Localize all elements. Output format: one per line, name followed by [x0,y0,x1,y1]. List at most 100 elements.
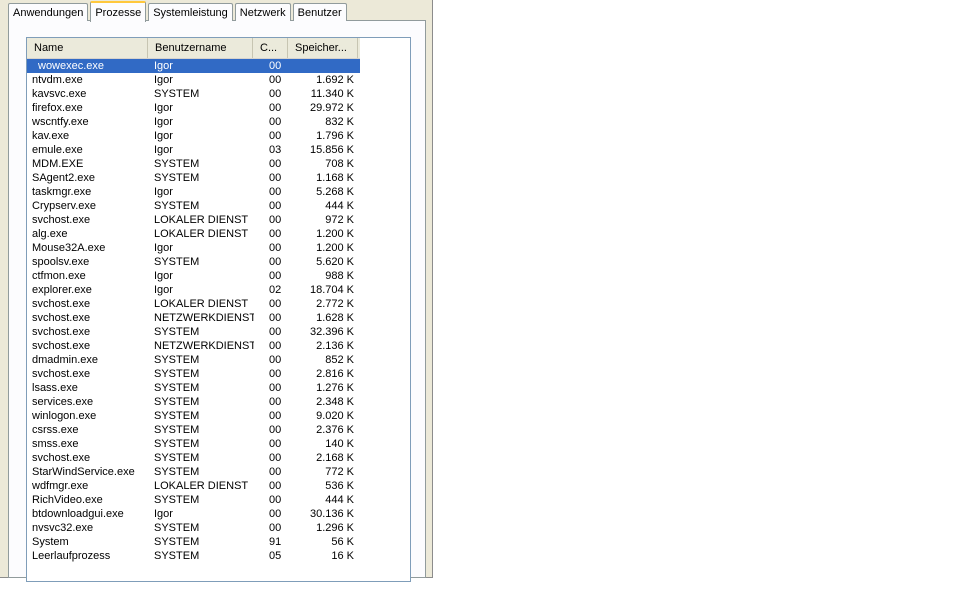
column-header-memory[interactable]: Speicher... [288,38,358,58]
process-memory: 2.348 K [316,396,354,408]
process-cpu: 00 [269,326,282,338]
process-cpu: 00 [269,494,282,506]
process-cpu: 00 [269,480,282,492]
process-row[interactable]: smss.exe SYSTEM 00 140 K [27,437,360,451]
process-row[interactable]: ctfmon.exe Igor 00 988 K [27,269,360,283]
process-row[interactable]: StarWindService.exe SYSTEM 00 772 K [27,465,360,479]
process-username: Igor [154,130,173,142]
process-row[interactable]: btdownloadgui.exe Igor 00 30.136 K [27,507,360,521]
process-name: kav.exe [32,130,70,142]
process-username: SYSTEM [154,200,200,212]
process-row[interactable]: firefox.exe Igor 00 29.972 K [27,101,360,115]
process-row[interactable]: svchost.exe NETZWERKDIENST 00 2.136 K [27,339,360,353]
process-row[interactable]: alg.exe LOKALER DIENST 00 1.200 K [27,227,360,241]
process-row[interactable]: Crypserv.exe SYSTEM 00 444 K [27,199,360,213]
process-memory: 16 K [331,550,354,562]
process-username: SYSTEM [154,172,200,184]
process-username: SYSTEM [154,494,200,506]
process-row[interactable]: nvsvc32.exe SYSTEM 00 1.296 K [27,521,360,535]
process-row[interactable]: wowexec.exe Igor 00 [27,59,360,73]
process-username: SYSTEM [154,88,200,100]
process-row[interactable]: svchost.exe SYSTEM 00 2.816 K [27,367,360,381]
column-header-username[interactable]: Benutzername [148,38,253,58]
process-cpu: 00 [269,186,282,198]
process-cpu: 00 [269,410,282,422]
column-header-cpu[interactable]: C... [253,38,288,58]
process-cpu: 00 [269,522,282,534]
process-name: ntvdm.exe [32,74,83,86]
tab-performance[interactable]: Systemleistung [148,3,233,21]
process-cpu: 00 [269,130,282,142]
process-row[interactable]: Leerlaufprozess SYSTEM 05 16 K [27,549,360,563]
process-name: svchost.exe [32,340,91,352]
process-row[interactable]: csrss.exe SYSTEM 00 2.376 K [27,423,360,437]
process-row[interactable]: svchost.exe SYSTEM 00 2.168 K [27,451,360,465]
process-name: ctfmon.exe [32,270,86,282]
process-cpu: 00 [269,88,282,100]
process-row[interactable]: lsass.exe SYSTEM 00 1.276 K [27,381,360,395]
process-row[interactable]: svchost.exe LOKALER DIENST 00 972 K [27,213,360,227]
process-username: Igor [154,144,173,156]
process-cpu: 00 [269,172,282,184]
process-name: spoolsv.exe [32,256,90,268]
process-cpu: 00 [269,508,282,520]
process-name: SAgent2.exe [32,172,95,184]
process-row[interactable]: MDM.EXE SYSTEM 00 708 K [27,157,360,171]
process-row[interactable]: spoolsv.exe SYSTEM 00 5.620 K [27,255,360,269]
process-memory: 30.136 K [309,508,354,520]
process-username: Igor [154,74,173,86]
process-row[interactable]: explorer.exe Igor 02 18.704 K [27,283,360,297]
process-row[interactable]: taskmgr.exe Igor 00 5.268 K [27,185,360,199]
process-list[interactable]: Name Benutzername C... Speicher... wowex… [26,37,411,582]
process-name: btdownloadgui.exe [32,508,124,520]
column-header-name[interactable]: Name [27,38,148,58]
process-cpu: 00 [269,466,282,478]
process-row[interactable]: Mouse32A.exe Igor 00 1.200 K [27,241,360,255]
process-row[interactable]: wdfmgr.exe LOKALER DIENST 00 536 K [27,479,360,493]
process-row[interactable]: wscntfy.exe Igor 00 832 K [27,115,360,129]
process-row[interactable]: emule.exe Igor 03 15.856 K [27,143,360,157]
process-cpu: 00 [269,382,282,394]
process-memory: 5.620 K [316,256,354,268]
process-row[interactable]: RichVideo.exe SYSTEM 00 444 K [27,493,360,507]
process-row[interactable]: svchost.exe LOKALER DIENST 00 2.772 K [27,297,360,311]
process-name: svchost.exe [32,214,91,226]
process-row[interactable]: svchost.exe SYSTEM 00 32.396 K [27,325,360,339]
process-row[interactable]: System SYSTEM 91 56 K [27,535,360,549]
process-name: svchost.exe [32,326,91,338]
process-name: svchost.exe [32,368,91,380]
tab-networking[interactable]: Netzwerk [234,3,291,21]
process-row[interactable]: ntvdm.exe Igor 00 1.692 K [27,73,360,87]
process-memory [289,59,354,73]
process-username: LOKALER DIENST [154,480,249,492]
process-row[interactable]: kav.exe Igor 00 1.796 K [27,129,360,143]
process-memory: 772 K [325,466,354,478]
tab-users[interactable]: Benutzer [292,3,347,21]
process-memory: 56 K [331,536,354,548]
process-row[interactable]: svchost.exe NETZWERKDIENST 00 1.628 K [27,311,360,325]
tab-applications[interactable]: Anwendungen [8,3,89,21]
process-cpu: 00 [269,270,282,282]
task-manager-window: Anwendungen Prozesse Systemleistung Netz… [0,0,433,582]
process-name: smss.exe [32,438,79,450]
process-name: Mouse32A.exe [32,242,106,254]
tab-processes[interactable]: Prozesse [90,1,147,22]
process-row[interactable]: SAgent2.exe SYSTEM 00 1.168 K [27,171,360,185]
process-cpu: 05 [269,550,282,562]
process-name: wscntfy.exe [32,116,89,128]
process-row[interactable]: winlogon.exe SYSTEM 00 9.020 K [27,409,360,423]
process-username: Igor [154,60,173,72]
process-name: lsass.exe [32,382,78,394]
process-cpu: 00 [269,102,282,114]
process-username: SYSTEM [154,382,200,394]
process-row[interactable]: services.exe SYSTEM 00 2.348 K [27,395,360,409]
process-username: SYSTEM [154,424,200,436]
process-name: nvsvc32.exe [32,522,94,534]
process-row[interactable]: kavsvc.exe SYSTEM 00 11.340 K [27,87,360,101]
process-name: Crypserv.exe [32,200,96,212]
process-username: SYSTEM [154,368,200,380]
process-row[interactable]: dmadmin.exe SYSTEM 00 852 K [27,353,360,367]
process-memory: 832 K [325,116,354,128]
process-name: svchost.exe [32,298,91,310]
process-cpu: 00 [269,214,282,226]
